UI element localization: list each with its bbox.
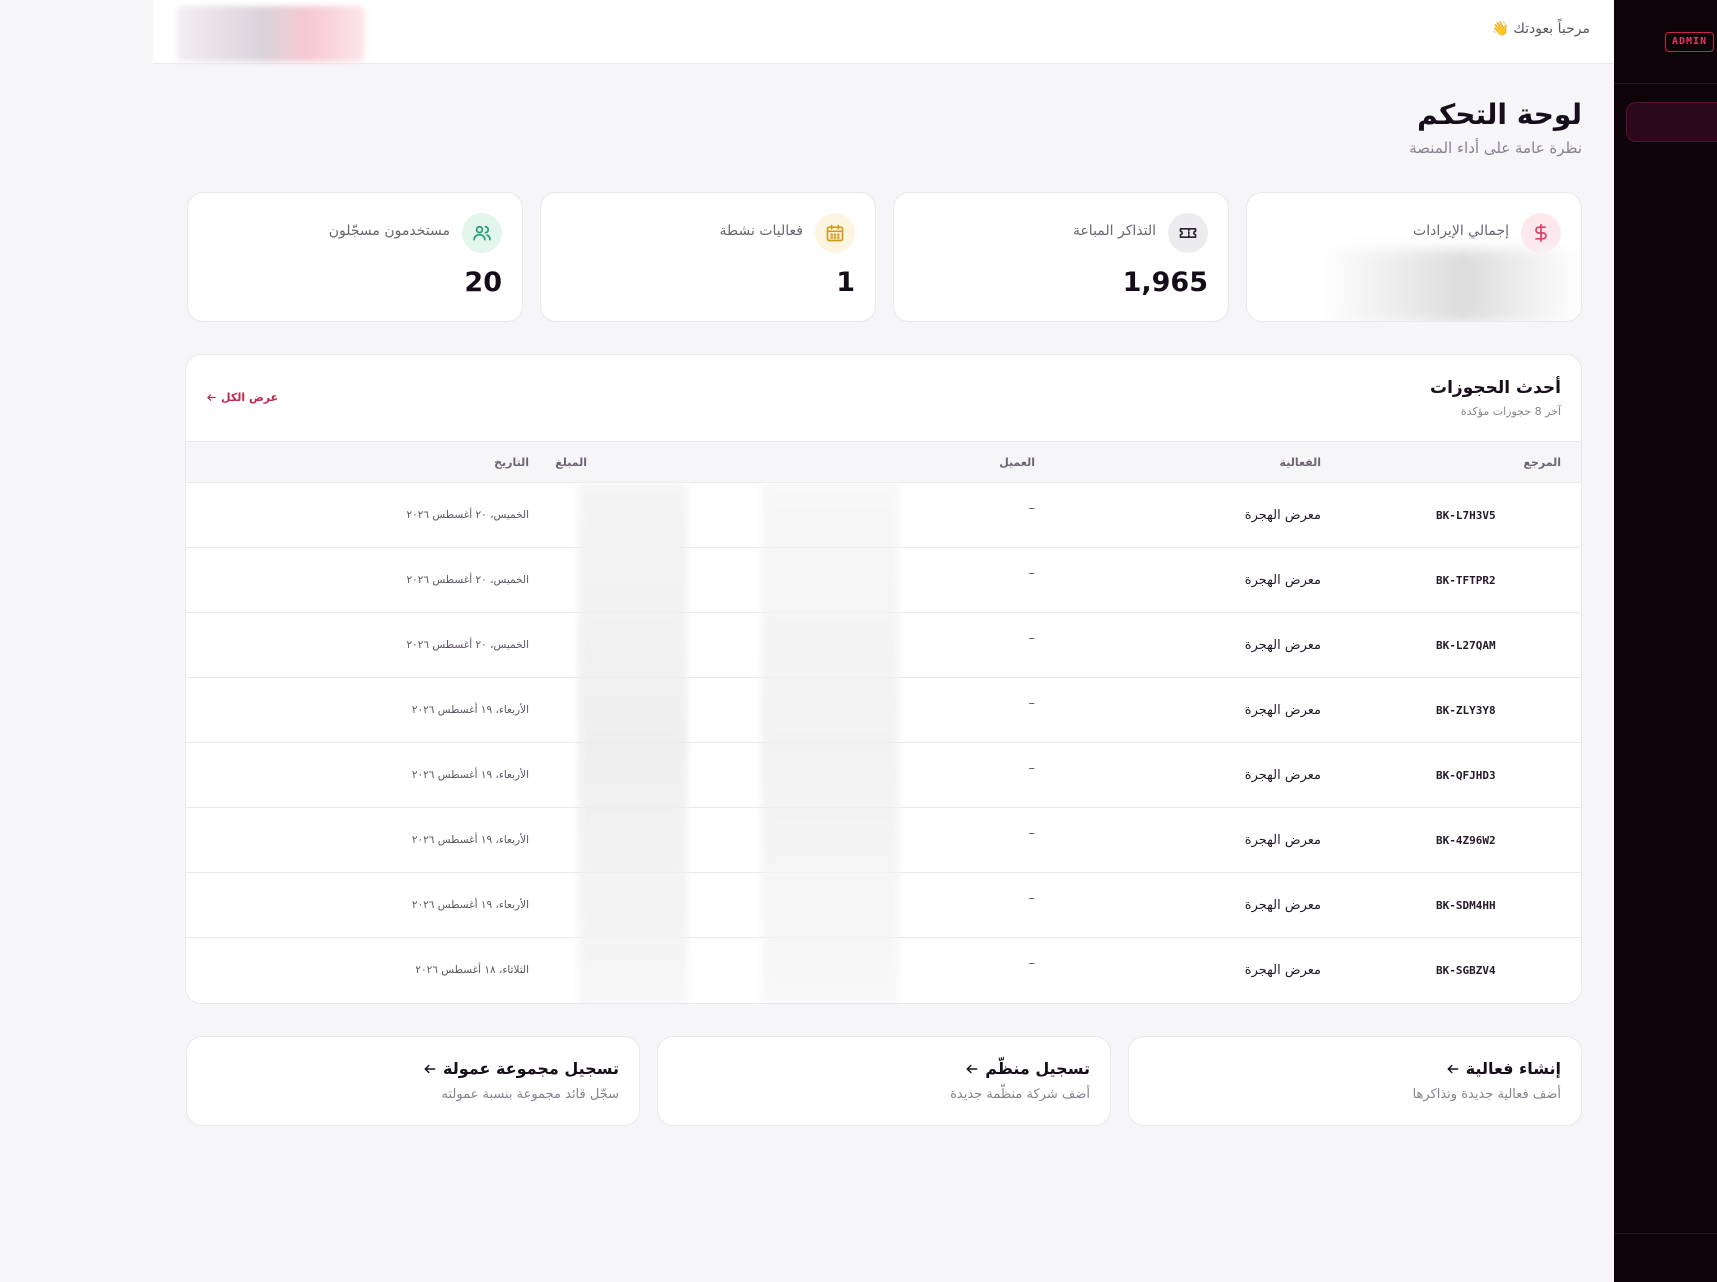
stat-card-events: فعاليات نشطة 1 <box>540 192 876 322</box>
action-title: إنشاء فعالية <box>1465 1059 1561 1078</box>
page-title: لوحة التحكم <box>1417 98 1582 131</box>
booking-event: معرض الهجرة <box>1244 897 1321 913</box>
booking-date: الأربعاء، ١٩ أغسطس ٢٠٢٦ <box>411 899 529 911</box>
stat-card-users: مستخدمون مسجّلون 20 <box>187 192 523 322</box>
users-icon <box>462 213 502 253</box>
stat-card-tickets: التذاكر المباعة 1,965 <box>893 192 1229 322</box>
dollar-icon <box>1521 213 1561 253</box>
booking-ref: BK-4Z96W2 <box>1436 833 1496 847</box>
arrow-left-icon <box>1446 1062 1460 1076</box>
booking-date: الأربعاء، ١٩ أغسطس ٢٠٢٦ <box>411 769 529 781</box>
view-all-link[interactable]: عرض الكل <box>206 391 278 404</box>
arrow-left-icon <box>423 1062 437 1076</box>
stat-label: إجمالي الإيرادات <box>1413 223 1509 239</box>
create-event-card[interactable]: إنشاء فعالية أضف فعالية جديدة وتذاكرها <box>1128 1036 1582 1126</box>
sidebar-item-dashboard[interactable] <box>1626 102 1717 142</box>
column-header-amount: المبلغ <box>539 441 607 483</box>
ticket-icon <box>1168 213 1208 253</box>
stat-value: 1,965 <box>1122 267 1208 298</box>
booking-ref: BK-L27QAM <box>1436 638 1496 652</box>
bookings-subtitle: آخر 8 حجوزات مؤكدة <box>1460 405 1561 418</box>
booking-ref: BK-QFJHD3 <box>1436 768 1496 782</box>
view-all-label: عرض الكل <box>221 391 279 404</box>
column-header-date: التاريخ <box>186 441 539 483</box>
booking-date: الخميس، ٢٠ أغسطس ٢٠٢٦ <box>406 639 529 651</box>
action-title: تسجيل منظّم <box>985 1059 1090 1078</box>
register-organizer-card[interactable]: تسجيل منظّم أضف شركة منظّمة جديدة <box>657 1036 1111 1126</box>
stat-label: التذاكر المباعة <box>1072 223 1156 239</box>
stat-label: مستخدمون مسجّلون <box>328 223 450 239</box>
page-subtitle: نظرة عامة على أداء المنصة <box>1409 139 1582 157</box>
booking-ref: BK-SDM4HH <box>1436 898 1496 912</box>
action-desc: سجّل قائد مجموعة بنسبة عمولته <box>441 1087 619 1102</box>
admin-badge: ADMIN <box>1665 32 1715 52</box>
sidebar-divider <box>1614 1233 1717 1234</box>
welcome-text: مرحباً بعودتك 👋 <box>1491 21 1590 37</box>
action-desc: أضف فعالية جديدة وتذاكرها <box>1412 1087 1561 1102</box>
register-commission-group-card[interactable]: تسجيل مجموعة عمولة سجّل قائد مجموعة بنسب… <box>186 1036 640 1126</box>
action-desc: أضف شركة منظّمة جديدة <box>950 1087 1090 1102</box>
action-title: تسجيل مجموعة عمولة <box>443 1059 619 1078</box>
booking-event: معرض الهجرة <box>1244 572 1321 588</box>
column-header-client: العميل <box>607 441 1045 483</box>
calendar-icon <box>815 213 855 253</box>
recent-bookings-card: أحدث الحجوزات آخر 8 حجوزات مؤكدة عرض الك… <box>185 354 1582 1004</box>
booking-ref: BK-SGBZV4 <box>1436 963 1496 977</box>
stat-label: فعاليات نشطة <box>719 223 803 239</box>
sidebar-brand: ADMIN <box>1614 0 1717 84</box>
sidebar: ADMIN <box>1614 0 1717 1282</box>
booking-event: معرض الهجرة <box>1244 962 1321 978</box>
booking-date: الأربعاء، ١٩ أغسطس ٢٠٢٦ <box>411 834 529 846</box>
booking-event: معرض الهجرة <box>1244 702 1321 718</box>
booking-event: معرض الهجرة <box>1244 832 1321 848</box>
bookings-title: أحدث الحجوزات <box>1430 378 1561 398</box>
arrow-left-icon <box>965 1062 979 1076</box>
booking-date: الأربعاء، ١٩ أغسطس ٢٠٢٦ <box>411 704 529 716</box>
booking-event: معرض الهجرة <box>1244 767 1321 783</box>
column-header-ref: المرجع <box>1341 441 1581 483</box>
booking-event: معرض الهجرة <box>1244 637 1321 653</box>
stat-value-redacted <box>1321 249 1581 321</box>
stats-row: إجمالي الإيرادات التذاكر المباعة 1,965 ف… <box>185 192 1582 322</box>
booking-date: الخميس، ٢٠ أغسطس ٢٠٢٦ <box>406 509 529 521</box>
stat-card-revenue: إجمالي الإيرادات <box>1246 192 1582 322</box>
booking-date: الثلاثاء، ١٨ أغسطس ٢٠٢٦ <box>415 964 529 977</box>
column-header-event: الفعالية <box>1045 441 1341 483</box>
booking-ref: BK-ZLY3Y8 <box>1436 703 1496 717</box>
redacted-amount-column <box>578 483 688 1003</box>
user-menu[interactable] <box>177 6 365 62</box>
arrow-left-icon <box>206 392 217 403</box>
table-header-row: المرجع الفعالية العميل المبلغ التاريخ <box>186 441 1581 483</box>
booking-date: الخميس، ٢٠ أغسطس ٢٠٢٦ <box>406 574 529 586</box>
stat-value: 20 <box>464 267 502 298</box>
topbar: مرحباً بعودتك 👋 <box>153 0 1614 64</box>
quick-actions: إنشاء فعالية أضف فعالية جديدة وتذاكرها ت… <box>185 1036 1582 1126</box>
stat-value: 1 <box>836 267 855 298</box>
booking-event: معرض الهجرة <box>1244 507 1321 523</box>
redacted-client-column <box>761 483 899 1003</box>
booking-ref: BK-L7H3V5 <box>1436 508 1496 522</box>
booking-ref: BK-TFTPR2 <box>1436 573 1496 587</box>
